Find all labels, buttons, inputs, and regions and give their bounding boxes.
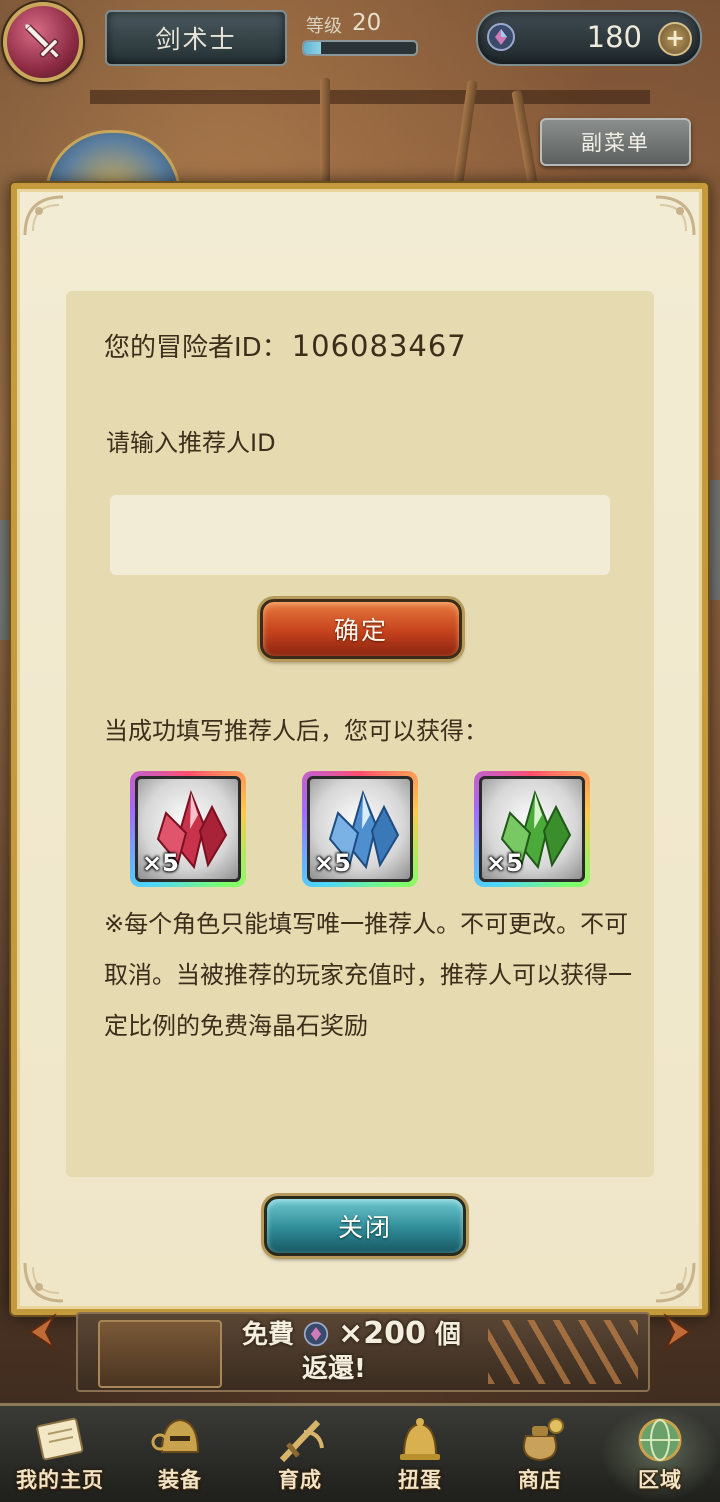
sea-crystal-icon	[303, 1321, 329, 1347]
nav-item-gacha[interactable]: 扭蛋	[360, 1406, 480, 1502]
promo-banner[interactable]: 免費 ×200 個 返還!	[76, 1312, 650, 1392]
promo-line2: 返還!	[302, 1354, 366, 1384]
top-bar: 剑术士 等级 20 180 + 副菜单	[0, 0, 720, 166]
promo-unit: 個	[434, 1320, 461, 1350]
nav-item-area[interactable]: 区域	[600, 1406, 720, 1502]
character-class-button[interactable]	[3, 2, 83, 82]
reward-intro: 当成功填写推荐人后，您可以获得：	[104, 717, 488, 745]
level-progress-bar	[302, 40, 418, 56]
add-gems-button[interactable]: +	[658, 22, 692, 56]
sea-crystal-icon	[487, 23, 515, 51]
referrer-id-input[interactable]	[110, 495, 610, 575]
dialog-content-panel: 您的冒险者ID： 106083467 请输入推荐人ID 确定 当成功填写推荐人后，…	[66, 291, 654, 1177]
reward-quantity: ×5	[486, 849, 523, 877]
referrer-prompt: 请输入推荐人ID	[106, 429, 276, 457]
nav-item-equipment[interactable]: 装备	[120, 1406, 240, 1502]
promo-line1: 免費 ×200 個	[242, 1314, 461, 1351]
corner-ornament-icon	[655, 1262, 696, 1303]
character-name: 剑术士	[105, 10, 287, 66]
nav-label: 区域	[638, 1468, 682, 1492]
promo-free-label: 免費	[242, 1320, 295, 1350]
submenu-button[interactable]: 副菜单	[540, 118, 691, 166]
arrow-left-icon[interactable]	[24, 1312, 58, 1352]
confirm-button[interactable]: 确定	[260, 599, 462, 659]
level-progress-fill	[304, 42, 321, 54]
reward-item-green[interactable]: ×5	[474, 771, 590, 887]
gacha-bell-icon	[400, 1418, 440, 1460]
level-value: 20	[352, 10, 382, 36]
level-indicator: 等级 20	[292, 6, 422, 62]
nav-item-shop[interactable]: 商店	[480, 1406, 600, 1502]
nav-label: 育成	[278, 1468, 322, 1492]
reward-quantity: ×5	[142, 849, 179, 877]
sword-icon	[279, 1419, 324, 1463]
scroll-icon	[36, 1417, 84, 1461]
nav-label: 我的主页	[16, 1468, 104, 1492]
reward-quantity: ×5	[314, 849, 351, 877]
globe-icon	[638, 1418, 682, 1462]
nav-item-home[interactable]: 我的主页	[0, 1406, 120, 1502]
coin-bag-icon	[522, 1418, 564, 1462]
nav-item-training[interactable]: 育成	[240, 1406, 360, 1502]
arrow-right-icon[interactable]	[662, 1312, 696, 1352]
nav-label: 扭蛋	[398, 1468, 442, 1492]
corner-ornament-icon	[655, 195, 696, 236]
weapons-artwork	[488, 1320, 638, 1384]
referral-notice: ※每个角色只能填写唯一推荐人。不可更改。不可取消。当被推荐的玩家充值时，推荐人可…	[104, 910, 632, 1040]
promo-amount: ×200	[338, 1316, 426, 1351]
treasure-chest-icon	[98, 1320, 222, 1388]
close-button[interactable]: 关闭	[264, 1196, 466, 1256]
gem-balance: 180 +	[476, 10, 702, 66]
corner-ornament-icon	[23, 195, 64, 236]
sword-icon	[24, 23, 61, 60]
reward-item-blue[interactable]: ×5	[302, 771, 418, 887]
gem-count: 180	[586, 20, 642, 54]
corner-ornament-icon	[23, 1262, 64, 1303]
level-label: 等级	[306, 16, 342, 37]
helmet-icon	[151, 1418, 200, 1453]
adventurer-id-label: 您的冒险者ID：	[104, 333, 288, 363]
nav-label: 装备	[158, 1468, 202, 1492]
adventurer-id-line: 您的冒险者ID： 106083467	[104, 327, 467, 364]
bottom-navigation: 我的主页 装备 育成 扭蛋 商店 区域	[0, 1403, 720, 1502]
reward-item-red[interactable]: ×5	[130, 771, 246, 887]
adventurer-id-value: 106083467	[291, 329, 467, 363]
nav-label: 商店	[518, 1468, 562, 1492]
referral-dialog: 您的冒险者ID： 106083467 请输入推荐人ID 确定 当成功填写推荐人后，…	[11, 183, 708, 1315]
